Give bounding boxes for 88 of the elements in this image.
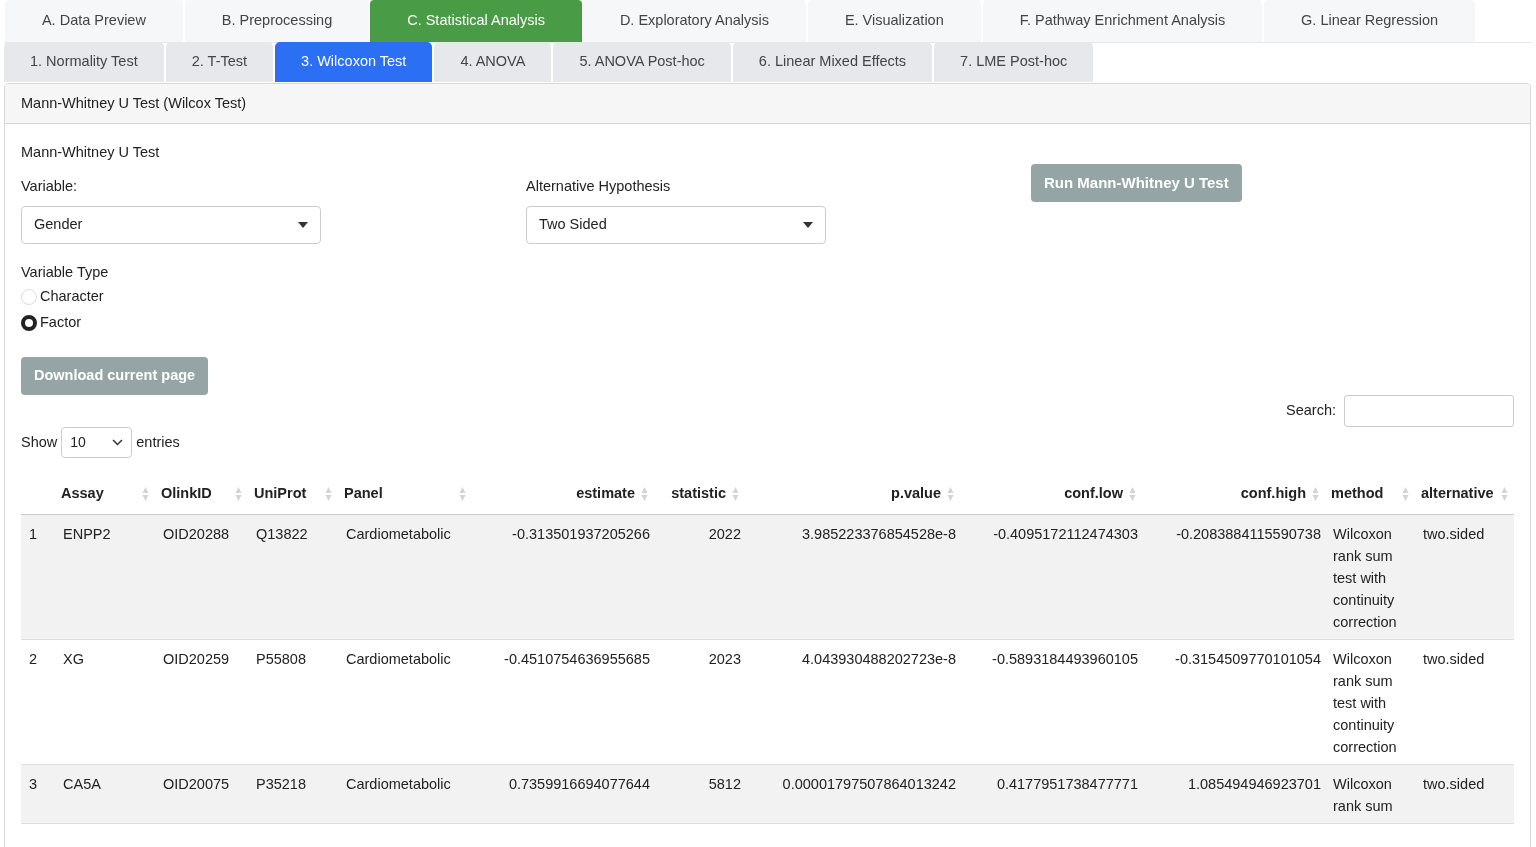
entries-select[interactable]: 10 <box>61 427 133 459</box>
main-tab[interactable]: D. Exploratory Analysis <box>582 0 806 42</box>
show-label: Show <box>21 432 58 452</box>
sort-icon <box>732 486 739 502</box>
caret-icon <box>298 221 308 228</box>
column-header[interactable]: method <box>1331 483 1396 505</box>
radio-option[interactable]: Factor <box>21 313 82 334</box>
field-label: Alternative Hypothesis <box>526 176 672 196</box>
sort-icon <box>142 486 149 502</box>
table-cell: Cardiometabolic <box>346 775 451 792</box>
table-cell: Wilcoxon rank sum test with continuity correction <box>1333 650 1397 755</box>
table-cell: 2022 <box>708 525 741 542</box>
table-cell: -0.3154509770101054 <box>1175 650 1321 667</box>
field-label: Variable: <box>21 176 79 196</box>
table-cell: 0.7359916694077644 <box>508 775 650 792</box>
table-cell: -0.2083884115590738 <box>1176 525 1321 542</box>
table-cell: 0.4177951738477771 <box>996 775 1138 792</box>
sort-icon <box>1501 486 1508 502</box>
sort-icon <box>459 486 466 502</box>
sort-icon <box>947 486 954 502</box>
table-cell: ENPP2 <box>63 525 111 542</box>
main-tab[interactable]: G. Linear Regression <box>1264 0 1476 42</box>
entries-label: entries <box>136 432 180 452</box>
table-cell: 4.043930488202723e-8 <box>802 650 956 667</box>
main-tab[interactable]: B. Preprocessing <box>184 0 370 42</box>
table-cell: P55808 <box>256 650 306 667</box>
table-cell: -0.4095172112474303 <box>993 525 1138 542</box>
column-header[interactable]: UniProt <box>254 483 319 505</box>
table-cell: 1.085494946923701 <box>1187 775 1321 792</box>
table-cell: 5812 <box>708 775 741 792</box>
radio-option[interactable]: Character <box>21 287 104 308</box>
table-cell: Q13822 <box>256 525 308 542</box>
sort-icon <box>641 486 648 502</box>
column-header[interactable]: statistic <box>660 483 726 505</box>
table-cell: OID20288 <box>163 525 230 542</box>
column-header[interactable]: Panel <box>344 483 453 505</box>
sort-icon <box>325 486 332 502</box>
column-header[interactable]: conf.high <box>1148 483 1306 505</box>
column-header[interactable]: conf.low <box>966 483 1123 505</box>
sub-tab[interactable]: 4. ANOVA <box>434 42 552 82</box>
table-cell: Wilcoxon rank sum test with continuity correction <box>1333 525 1397 630</box>
main-tab[interactable]: E. Visualization <box>807 0 981 42</box>
table-cell: CA5A <box>63 775 101 792</box>
table-cell: OID20075 <box>163 775 230 792</box>
table-cell: two.sided <box>1423 650 1485 667</box>
table-cell: 3 <box>29 775 38 792</box>
sort-icon <box>1129 486 1136 502</box>
table-cell: two.sided <box>1423 775 1485 792</box>
column-header[interactable]: p.value <box>751 483 941 505</box>
chevron-icon <box>112 439 124 447</box>
panel-title: Mann-Whitney U Test (Wilcox Test) <box>21 93 247 113</box>
table-cell: -0.313501937205266 <box>512 525 650 542</box>
field-label: Variable Type <box>21 263 109 280</box>
column-header[interactable]: alternative <box>1421 483 1495 505</box>
table-cell: 0.00001797507864013242 <box>782 775 956 792</box>
sub-tab[interactable]: 3. Wilcoxon Test <box>275 42 433 82</box>
column-header[interactable]: OlinkID <box>161 483 229 505</box>
search-label: Search: <box>1286 401 1336 421</box>
table-cell: Cardiometabolic <box>346 650 451 667</box>
table-cell: P35218 <box>256 775 306 792</box>
table-cell: Wilcoxon rank sum <box>1333 775 1393 814</box>
sub-tab[interactable]: 2. T-Test <box>165 42 274 82</box>
sort-icon <box>235 486 242 502</box>
alternative-select[interactable]: Two Sided <box>526 205 826 244</box>
sort-icon <box>1402 486 1409 502</box>
sort-icon <box>1312 486 1319 502</box>
caret-icon <box>803 221 813 228</box>
table-cell: XG <box>63 650 84 667</box>
search-field[interactable] <box>1344 395 1514 428</box>
table-cell: two.sided <box>1423 525 1485 542</box>
sub-tab[interactable]: 5. ANOVA Post-hoc <box>553 42 731 82</box>
variable-select[interactable]: Gender <box>21 205 321 244</box>
section-title: Mann-Whitney U Test <box>21 144 160 160</box>
column-header[interactable]: Assay <box>61 483 136 505</box>
main-tab[interactable]: F. Pathway Enrichment Analysis <box>982 0 1263 42</box>
table-cell: Cardiometabolic <box>346 525 451 542</box>
table-cell: -0.5893184493960105 <box>992 650 1138 667</box>
sub-tab[interactable]: 6. Linear Mixed Effects <box>732 42 933 82</box>
column-header[interactable]: estimate <box>478 483 635 505</box>
sub-tab[interactable]: 1. Normality Test <box>4 42 164 82</box>
table-cell: 2023 <box>708 650 741 667</box>
sub-tab[interactable]: 7. LME Post-hoc <box>934 42 1094 82</box>
table-cell: 1 <box>29 525 38 542</box>
main-tab[interactable]: A. Data Preview <box>5 0 183 42</box>
table-cell: 3.985223376854528e-8 <box>802 525 956 542</box>
table-cell: 2 <box>29 650 38 667</box>
table-cell: OID20259 <box>163 650 230 667</box>
table-cell: -0.4510754636955685 <box>504 650 650 667</box>
